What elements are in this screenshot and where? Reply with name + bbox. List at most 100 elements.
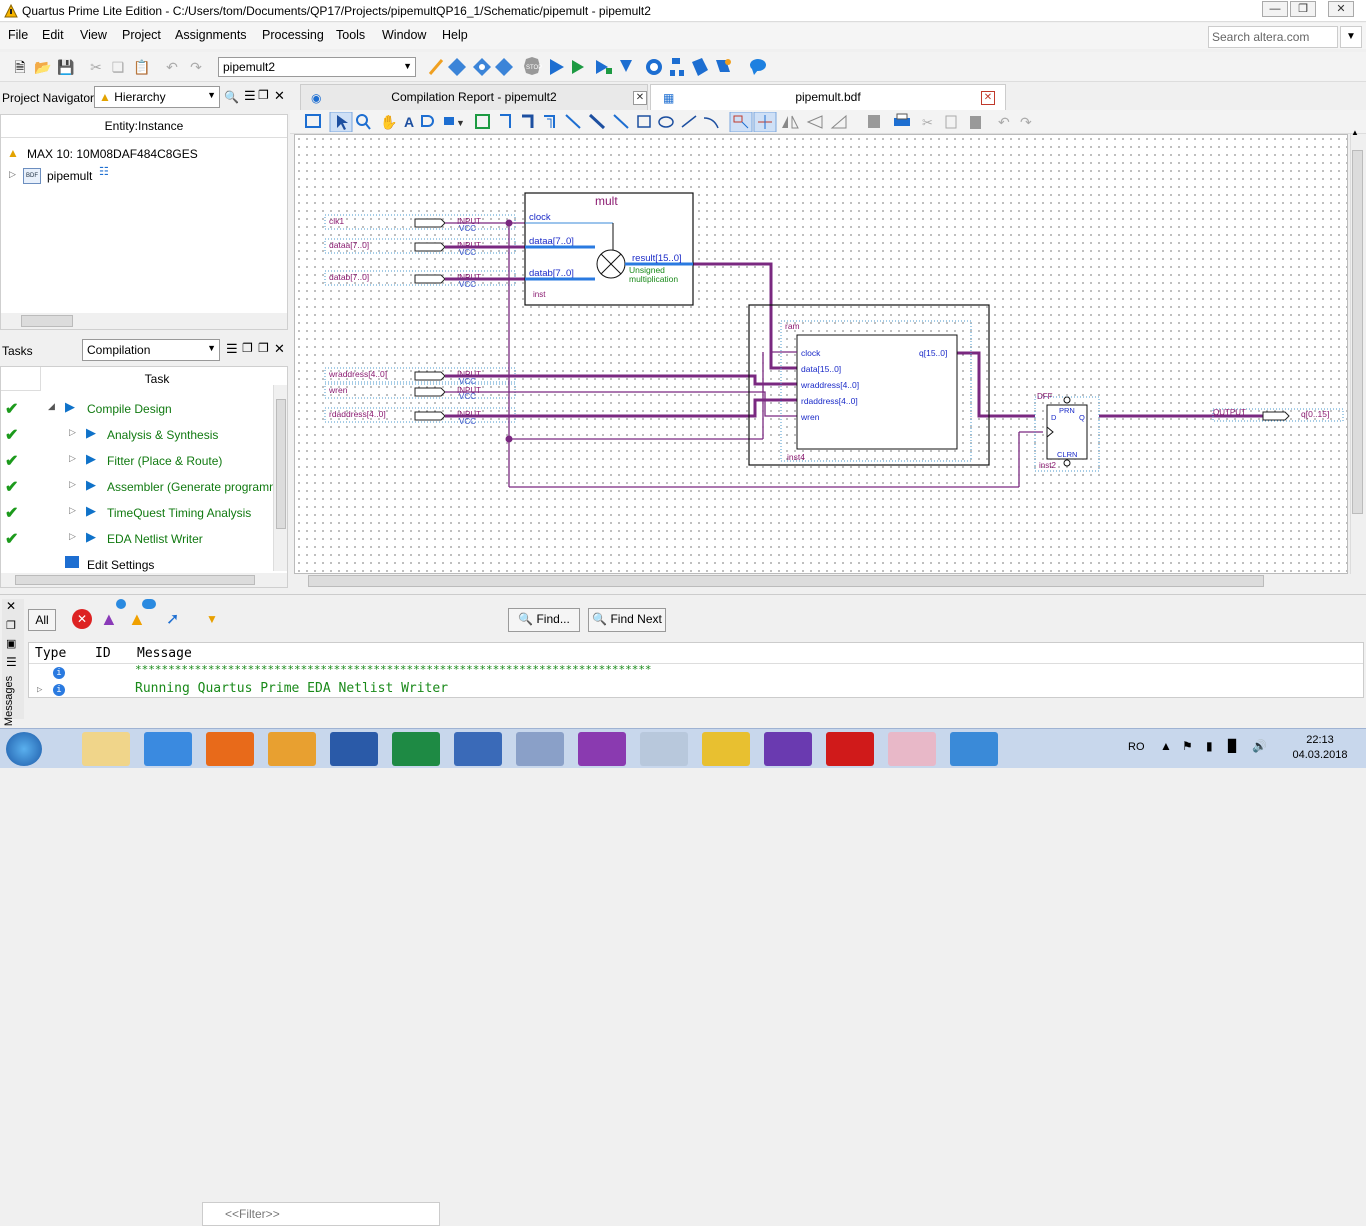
navigator-hscroll[interactable] <box>1 313 287 329</box>
thunderbird-icon[interactable] <box>454 732 502 766</box>
dock-icon[interactable]: ▣ <box>6 637 16 650</box>
menu-assignments[interactable]: Assignments <box>175 28 247 42</box>
redo-icon[interactable]: ↷ <box>186 57 206 77</box>
message-row[interactable]: ****************************************… <box>135 663 695 676</box>
filter-all-button[interactable]: All <box>28 609 56 631</box>
task-column-header[interactable]: Task <box>41 372 273 386</box>
task-row[interactable]: ✔ ▷ ▶ EDA Netlist Writer <box>1 525 273 551</box>
menu-edit[interactable]: Edit <box>42 28 64 42</box>
tab-compilation-report[interactable]: ◉ Compilation Report - pipemult2 ✕ <box>300 84 648 110</box>
navigator-view-select[interactable]: ▲ Hierarchy ▼ <box>94 86 220 108</box>
task-row[interactable]: ✔ ▷ ▶ TimeQuest Timing Analysis <box>1 499 273 525</box>
quartus-taskbar-icon[interactable] <box>950 732 998 766</box>
device-name[interactable]: MAX 10: 10M08DAF484C8GES <box>27 147 198 161</box>
expand-arrow-icon[interactable]: ▷ <box>37 685 42 695</box>
file-explorer-icon[interactable] <box>82 732 130 766</box>
revision-select[interactable]: pipemult2 ▼ <box>218 57 416 77</box>
search-icon[interactable]: 🔍 <box>224 90 239 104</box>
paste-icon[interactable]: 📋 <box>132 57 152 77</box>
menu-file[interactable]: File <box>8 28 28 42</box>
network-tower-icon[interactable] <box>640 732 688 766</box>
word-icon[interactable] <box>330 732 378 766</box>
collapse-arrow-icon[interactable]: ◢ <box>48 401 55 412</box>
expand-arrow-icon[interactable]: ▷ <box>9 169 16 180</box>
power-icon[interactable]: ▮ <box>1206 739 1213 753</box>
scroll-thumb[interactable] <box>21 315 73 327</box>
search-input[interactable]: Search altera.com <box>1208 26 1338 48</box>
copy-icon[interactable]: ❏ <box>108 57 128 77</box>
top-entity[interactable]: pipemult <box>47 169 92 183</box>
tray-arrow-icon[interactable]: ▲ <box>1160 739 1172 753</box>
warning-filter-icon[interactable]: ▲ <box>128 609 146 630</box>
expand-arrow-icon[interactable]: ▷ <box>69 479 76 490</box>
menu-tools[interactable]: Tools <box>336 28 365 42</box>
scroll-thumb[interactable] <box>308 575 1264 587</box>
float-panel-icon[interactable]: ❐ <box>258 88 269 102</box>
expand-arrow-icon[interactable]: ▷ <box>69 453 76 464</box>
canvas-hscroll[interactable] <box>294 574 1348 588</box>
schematic-canvas[interactable]: clk1 INPUT VCC dataa[7..0] INPUT VCC dat… <box>294 134 1348 574</box>
find-next-button[interactable]: 🔍 Find Next <box>588 608 666 632</box>
task-row[interactable]: ✔ ▷ ▶ Analysis & Synthesis <box>1 421 273 447</box>
message-row[interactable]: Running Quartus Prime EDA Netlist Writer <box>135 681 448 696</box>
tasks-vscroll[interactable] <box>273 385 287 571</box>
tab-pipemult-bdf[interactable]: ▦ pipemult.bdf ✕ <box>650 84 1006 110</box>
menu-project[interactable]: Project <box>122 28 161 42</box>
internet-explorer-icon[interactable] <box>144 732 192 766</box>
expand-arrow-icon[interactable]: ▷ <box>69 505 76 516</box>
suppressed-filter-icon[interactable]: ➚ <box>166 609 179 629</box>
panel-options-icon[interactable]: ☰ <box>6 655 17 669</box>
task-row[interactable]: ✔ ◢ ▶ Compile Design <box>1 395 273 421</box>
calculator-icon[interactable] <box>516 732 564 766</box>
canvas-vscroll[interactable]: ▲ <box>1350 128 1364 574</box>
close-panel-icon[interactable]: ✕ <box>274 341 285 357</box>
scroll-thumb[interactable] <box>15 575 255 585</box>
onenote-icon[interactable] <box>578 732 626 766</box>
task-row[interactable]: ✔ ▷ ▶ Assembler (Generate programm <box>1 473 273 499</box>
scroll-up-icon[interactable]: ▲ <box>1351 128 1359 137</box>
minimize-button[interactable]: — <box>1262 1 1288 17</box>
entity-column-header[interactable]: Entity:Instance <box>1 119 287 138</box>
close-button[interactable]: ✕ <box>1328 1 1354 17</box>
expand-arrow-icon[interactable]: ▷ <box>69 427 76 438</box>
search-dropdown-icon[interactable]: ▼ <box>1340 26 1362 48</box>
undo-icon[interactable]: ↶ <box>162 57 182 77</box>
clock[interactable]: 22:13 04.03.2018 <box>1280 734 1360 761</box>
menu-view[interactable]: View <box>80 28 107 42</box>
language-indicator[interactable]: RO <box>1128 741 1145 753</box>
float-panel-icon[interactable]: ❐ <box>242 341 253 355</box>
expand-arrow-icon[interactable]: ▷ <box>69 531 76 542</box>
error-filter-icon[interactable]: ✕ <box>72 609 92 629</box>
open-file-icon[interactable]: 📂 <box>33 57 53 77</box>
message-filter-input[interactable]: <<Filter>> <box>202 1202 440 1226</box>
float-panel-icon[interactable]: ❐ <box>6 619 16 632</box>
tasks-hscroll[interactable] <box>1 573 287 587</box>
panel-options-icon[interactable]: ☰ <box>244 88 256 104</box>
col-type[interactable]: Type <box>35 646 66 661</box>
snipping-tool-icon[interactable] <box>888 732 936 766</box>
col-id[interactable]: ID <box>95 646 111 661</box>
menu-processing[interactable]: Processing <box>262 28 324 42</box>
chrome-icon[interactable] <box>702 732 750 766</box>
start-button[interactable] <box>6 732 42 766</box>
opera-icon[interactable] <box>826 732 874 766</box>
media-player-icon[interactable] <box>268 732 316 766</box>
critical-warning-filter-icon[interactable]: ▲ <box>100 609 118 630</box>
scroll-thumb[interactable] <box>276 399 286 529</box>
panel-options-icon[interactable]: ☰ <box>226 341 238 357</box>
excel-icon[interactable] <box>392 732 440 766</box>
restore-button[interactable]: ❐ <box>1290 1 1316 17</box>
menu-window[interactable]: Window <box>382 28 426 42</box>
float-panel-icon-2[interactable]: ❐ <box>258 341 269 355</box>
visual-studio-icon[interactable] <box>764 732 812 766</box>
menu-help[interactable]: Help <box>442 28 468 42</box>
save-icon[interactable]: 💾 <box>56 57 76 77</box>
volume-icon[interactable]: 🔊 <box>1252 739 1267 753</box>
close-tab-icon[interactable]: ✕ <box>633 91 647 105</box>
close-tab-icon[interactable]: ✕ <box>981 91 995 105</box>
col-message[interactable]: Message <box>137 646 192 661</box>
firefox-icon[interactable] <box>206 732 254 766</box>
flag-icon[interactable]: ⚑ <box>1182 739 1193 753</box>
cut-icon[interactable]: ✂ <box>86 57 106 77</box>
close-panel-icon[interactable]: ✕ <box>6 599 16 613</box>
